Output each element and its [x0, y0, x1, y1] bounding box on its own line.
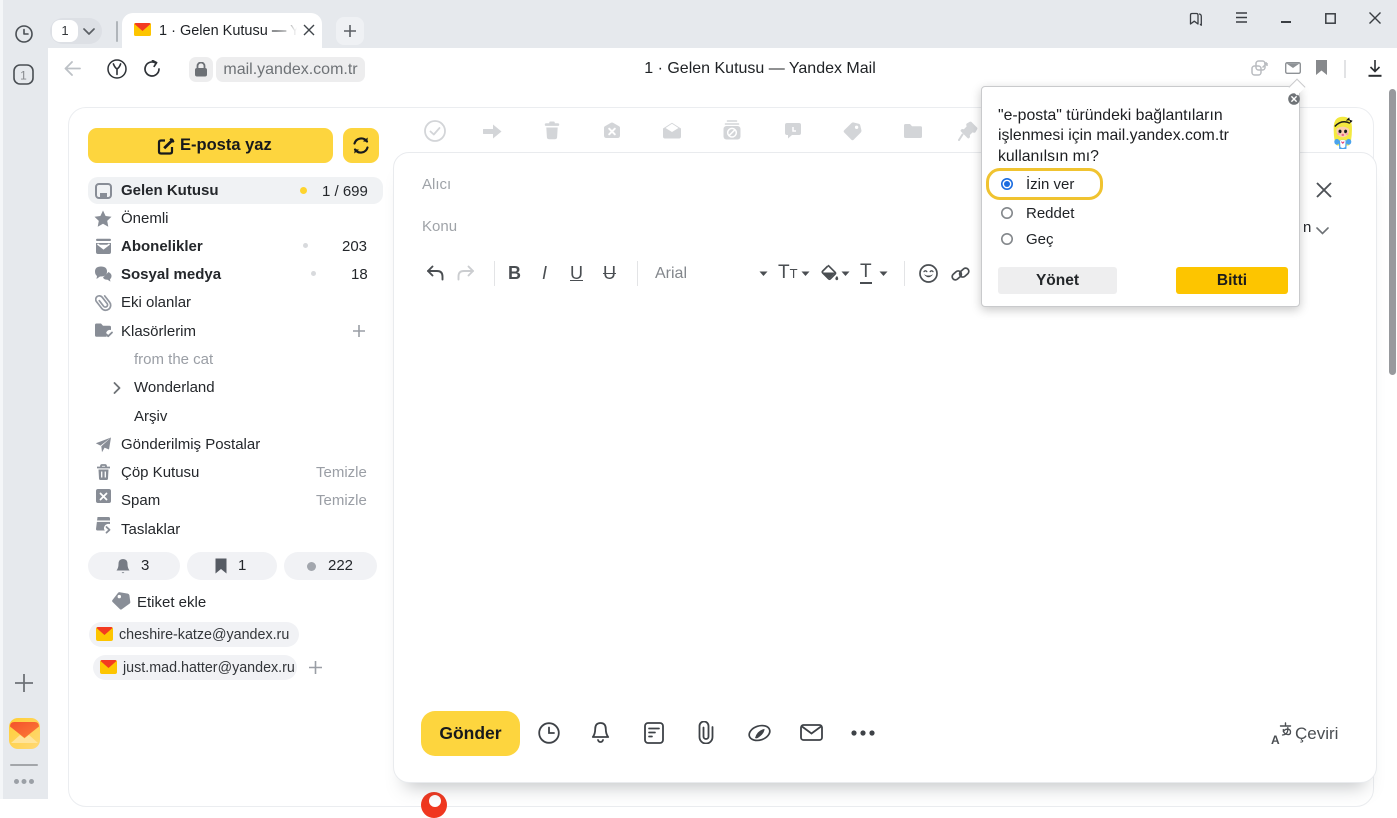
svg-text:1: 1 — [20, 69, 27, 83]
